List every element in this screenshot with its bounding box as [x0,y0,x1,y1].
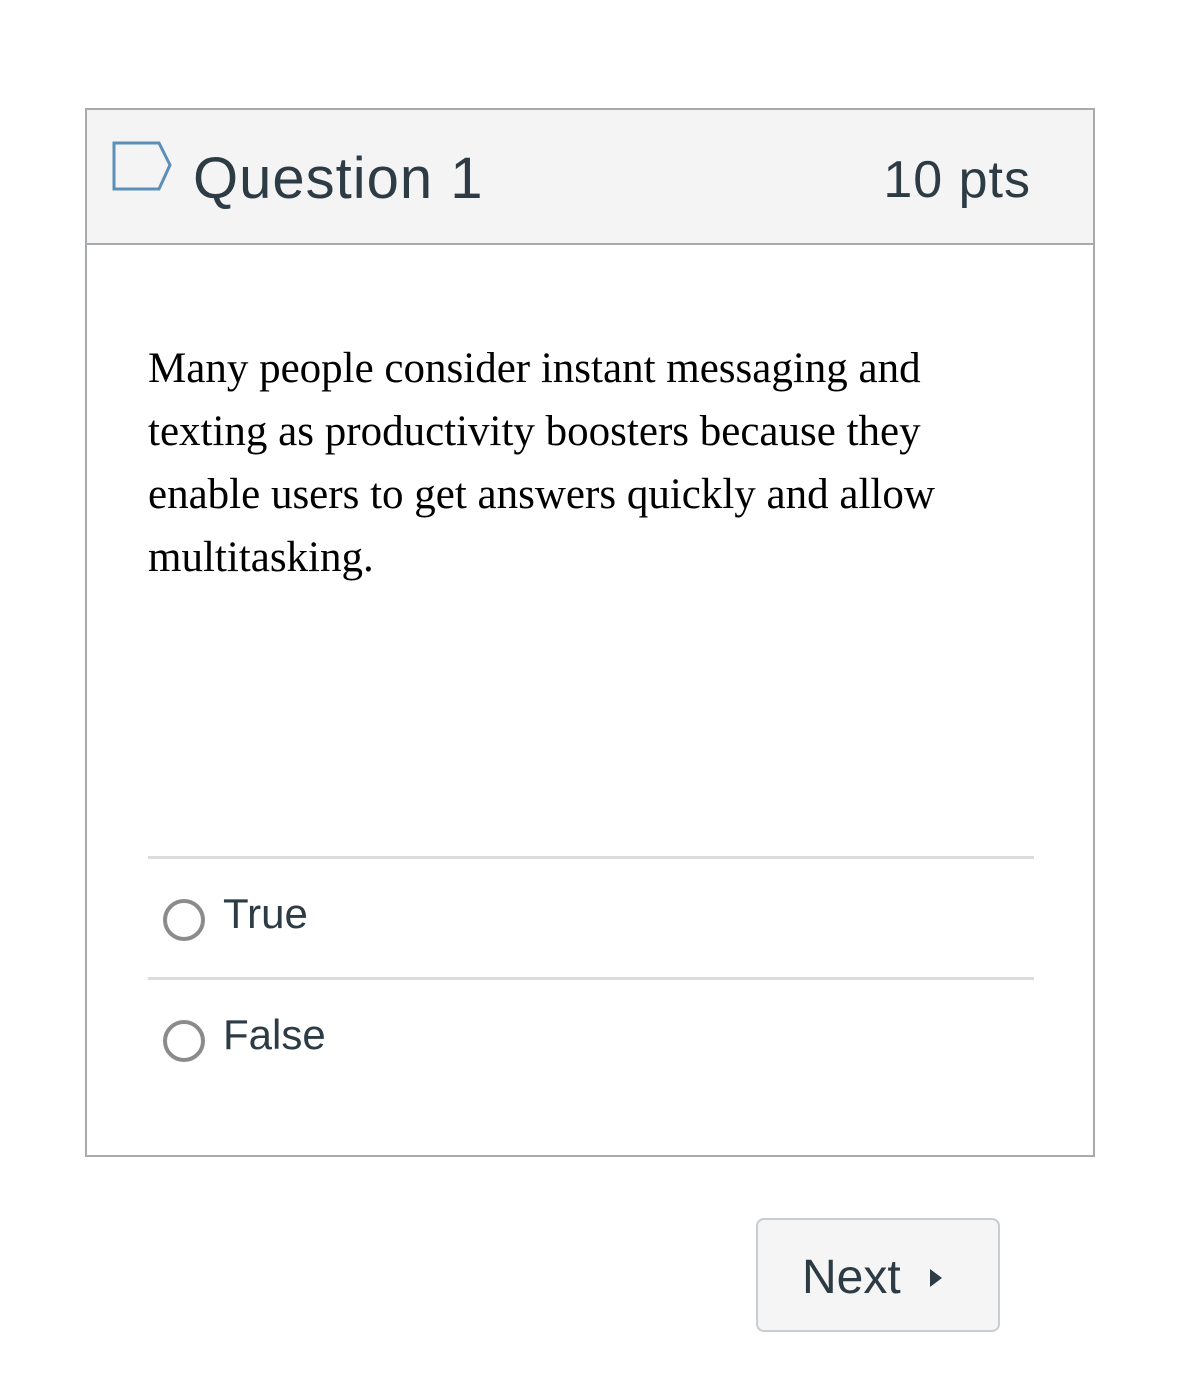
next-button[interactable]: Next [756,1218,1000,1332]
question-title: Question 1 [193,146,484,211]
radio-button-false[interactable] [163,1020,205,1062]
question-header: Question 1 10 pts [87,110,1093,245]
answer-option-false[interactable]: False [148,977,1034,1098]
answer-label: False [223,1011,326,1058]
flag-question-icon[interactable] [111,140,173,192]
answer-list: True False [148,856,1034,1098]
question-card: Question 1 10 pts Many people consider i… [85,108,1095,1157]
caret-right-icon [930,1269,942,1287]
answer-label: True [223,890,308,937]
question-points: 10 pts [883,151,1031,209]
next-button-label: Next [802,1251,901,1304]
answer-option-true[interactable]: True [148,856,1034,977]
radio-button-true[interactable] [163,899,205,941]
question-text: Many people consider instant messaging a… [148,345,935,581]
